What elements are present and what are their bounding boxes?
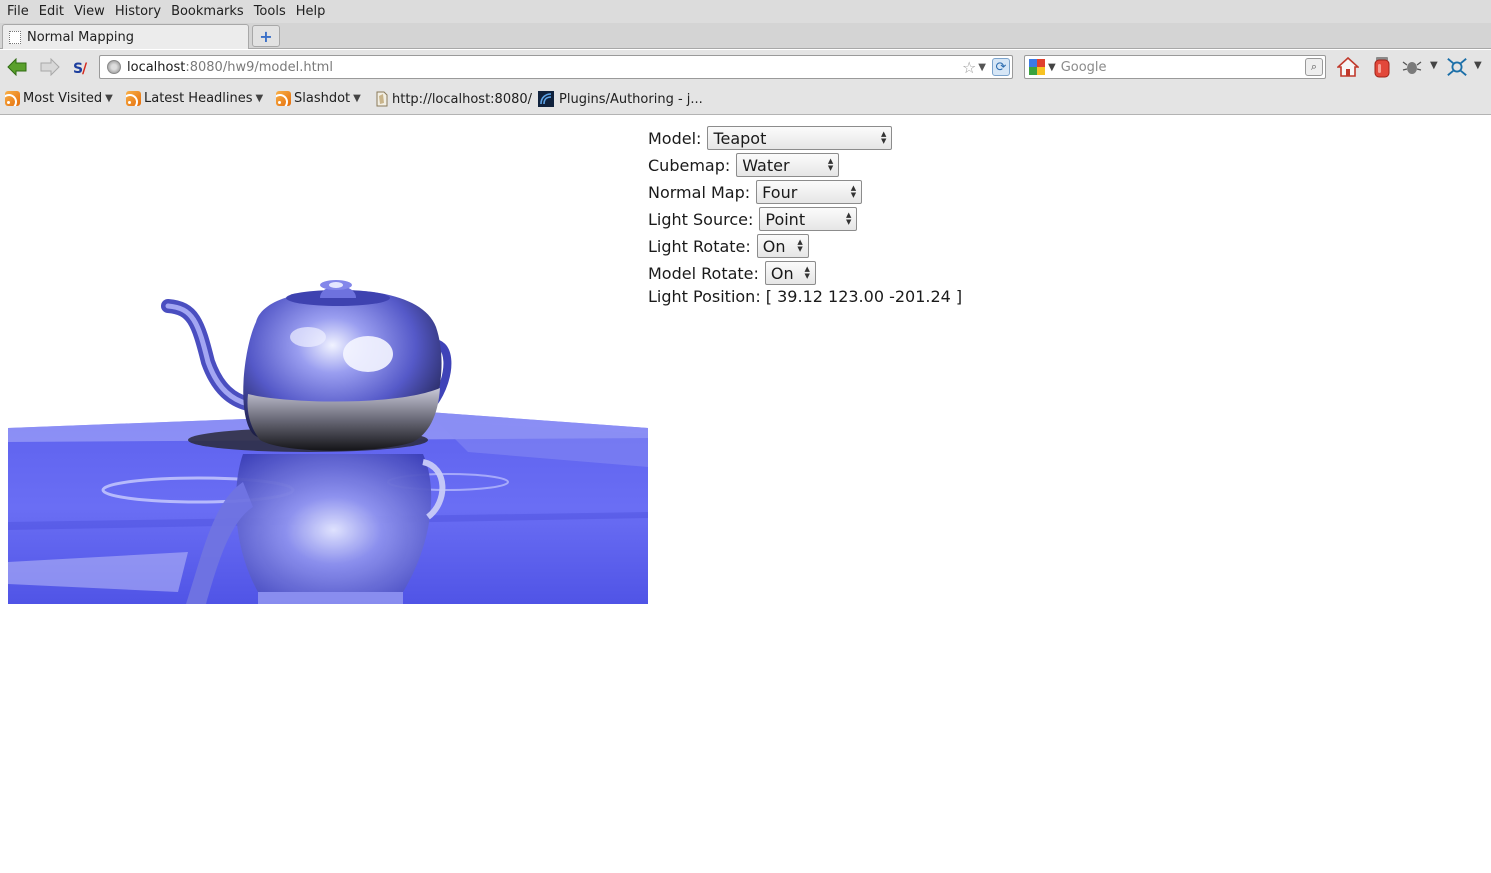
url-path: :8080/hw9/model.html (185, 59, 333, 75)
bookmark-localhost[interactable]: http://localhost:8080/ (375, 91, 532, 107)
light-source-select-value: Point (765, 209, 806, 229)
rss-icon (126, 91, 141, 106)
home-icon (1337, 57, 1359, 77)
model-select[interactable]: Teapot ▲ ▼ (707, 126, 893, 150)
forward-button[interactable] (39, 56, 61, 78)
bookmark-plugins-authoring[interactable]: Plugins/Authoring - j... (538, 91, 703, 107)
google-icon[interactable] (1029, 59, 1045, 75)
site-identity-icon[interactable] (107, 60, 121, 74)
webgl-canvas[interactable] (8, 122, 648, 604)
bookmark-label: Slashdot (294, 91, 351, 106)
menu-help[interactable]: Help (291, 0, 331, 23)
menu-file[interactable]: File (2, 0, 34, 23)
home-button[interactable] (1337, 56, 1359, 78)
model-control: Model: Teapot ▲ ▼ (648, 126, 893, 150)
firebug-dropdown-icon[interactable]: ▼ (1430, 60, 1438, 71)
select-arrows-icon: ▲ ▼ (797, 238, 803, 253)
menu-bar: File Edit View History Bookmarks Tools H… (0, 0, 1491, 23)
chevron-down-icon: ▼ (353, 93, 361, 104)
normal-map-select[interactable]: Four ▲ ▼ (756, 180, 863, 204)
cubemap-select[interactable]: Water ▲ ▼ (736, 153, 840, 177)
bookmark-label: Latest Headlines (144, 91, 253, 106)
select-arrows-icon: ▲ ▼ (827, 157, 834, 172)
tab-title: Normal Mapping (27, 29, 134, 45)
search-engine-dropdown-icon[interactable]: ▼ (1048, 62, 1056, 73)
back-button[interactable] (6, 56, 28, 78)
bookmark-star-icon[interactable]: ☆ (962, 58, 976, 77)
blank-page-icon (9, 30, 21, 44)
light-position-readout: Light Position: [ 39.12 123.00 -201.24 ] (648, 287, 963, 306)
model-rotate-label: Model Rotate: (648, 263, 759, 283)
model-rotate-select-value: On (770, 263, 794, 283)
model-select-value: Teapot (713, 128, 767, 148)
light-rotate-select[interactable]: On ▲ ▼ (756, 234, 809, 258)
network-addon-button[interactable] (1446, 56, 1468, 78)
select-arrows-icon: ▲ ▼ (881, 130, 887, 145)
model-label: Model: (648, 128, 702, 148)
light-rotate-label: Light Rotate: (648, 236, 751, 256)
chevron-down-icon: ▼ (105, 93, 113, 104)
normal-map-label: Normal Map: (648, 182, 751, 202)
forward-arrow-icon (40, 58, 60, 76)
stumbleupon-button[interactable]: S / (70, 56, 92, 78)
bookmark-slashdot[interactable]: Slashdot ▼ (276, 91, 361, 106)
cubemap-label: Cubemap: (648, 155, 731, 175)
reload-icon[interactable]: ⟳ (992, 58, 1010, 76)
bookmark-latest-headlines[interactable]: Latest Headlines ▼ (126, 91, 263, 106)
jar-icon (1374, 57, 1390, 78)
light-source-control: Light Source: Point ▲ ▼ (648, 207, 858, 231)
rss-folder-icon (5, 91, 20, 106)
network-dropdown-icon[interactable]: ▼ (1474, 60, 1482, 71)
bookmark-most-visited[interactable]: Most Visited ▼ (5, 91, 113, 106)
menu-edit[interactable]: Edit (34, 0, 69, 23)
plus-icon: + (259, 26, 273, 46)
tab-normal-mapping[interactable]: Normal Mapping (2, 24, 249, 49)
search-magnifier-icon[interactable]: ⌕ (1305, 58, 1323, 76)
cubemap-select-value: Water (742, 155, 790, 175)
menu-view[interactable]: View (69, 0, 110, 23)
menu-tools[interactable]: Tools (249, 0, 291, 23)
new-tab-button[interactable]: + (252, 25, 280, 47)
light-source-select[interactable]: Point ▲ ▼ (759, 207, 858, 231)
back-arrow-icon (7, 58, 27, 76)
select-arrows-icon: ▲ ▼ (850, 184, 857, 199)
url-text[interactable]: localhost:8080/hw9/model.html (127, 60, 962, 75)
stumbleupon-icon: S / (73, 61, 88, 76)
bookmark-label: Most Visited (23, 91, 103, 106)
bookmarks-toolbar: Most Visited ▼ Latest Headlines ▼ Slashd… (0, 84, 1491, 115)
bookmark-label: Plugins/Authoring - j... (559, 91, 703, 107)
menu-history[interactable]: History (110, 0, 166, 23)
navigation-toolbar: S / localhost:8080/hw9/model.html ☆ ▼ ⟳ … (0, 50, 1491, 84)
firebug-button[interactable] (1401, 56, 1423, 78)
select-arrows-icon: ▲ ▼ (804, 265, 810, 280)
menu-bookmarks[interactable]: Bookmarks (166, 0, 249, 23)
light-rotate-select-value: On (762, 236, 786, 256)
url-host: localhost (127, 59, 186, 75)
svg-text:/: / (82, 61, 88, 76)
page-icon (376, 91, 388, 107)
search-bar[interactable]: ▼ Google ⌕ (1024, 55, 1326, 79)
url-history-dropdown-icon[interactable]: ▼ (978, 62, 986, 73)
cubemap-control: Cubemap: Water ▲ ▼ (648, 153, 840, 177)
chevron-down-icon: ▼ (255, 93, 264, 104)
site-icon (538, 91, 554, 107)
search-input[interactable]: Google (1061, 60, 1305, 75)
bookmark-label: http://localhost:8080/ (392, 91, 533, 107)
model-rotate-control: Model Rotate: On ▲ ▼ (648, 261, 816, 285)
teapot-scene-image (8, 280, 648, 604)
model-rotate-select[interactable]: On ▲ ▼ (764, 261, 816, 285)
network-icon (1447, 58, 1467, 76)
bug-icon (1402, 61, 1422, 74)
select-arrows-icon: ▲ ▼ (845, 211, 852, 226)
light-rotate-control: Light Rotate: On ▲ ▼ (648, 234, 809, 258)
url-bar[interactable]: localhost:8080/hw9/model.html ☆ ▼ ⟳ (99, 55, 1013, 79)
rss-icon (276, 91, 291, 106)
light-source-label: Light Source: (648, 209, 754, 229)
normal-map-control: Normal Map: Four ▲ ▼ (648, 180, 863, 204)
tab-strip: Normal Mapping + (0, 23, 1491, 49)
normal-map-select-value: Four (762, 182, 798, 202)
addon-jar-button[interactable] (1371, 56, 1393, 78)
